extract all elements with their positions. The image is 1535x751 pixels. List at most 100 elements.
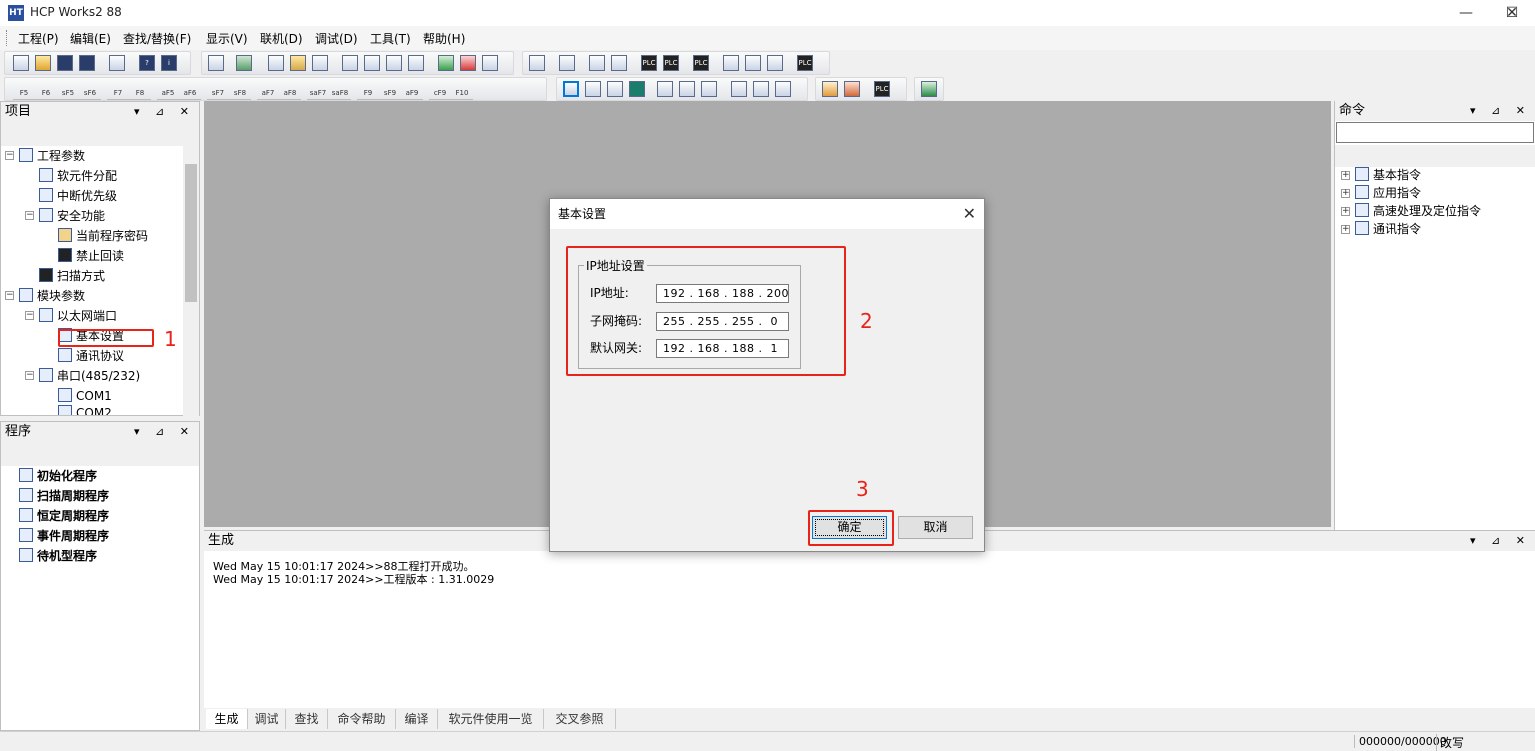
tree-project-params[interactable]: 工程参数 xyxy=(19,146,85,166)
program-event-cycle[interactable]: 事件周期程序 xyxy=(19,526,109,546)
project-panel-scrollbar[interactable] xyxy=(183,146,199,416)
device-batch-icon[interactable] xyxy=(731,81,747,97)
find-instruction-icon[interactable] xyxy=(408,55,424,71)
expander-highspeed[interactable]: + xyxy=(1341,207,1350,216)
command-communication[interactable]: 通讯指令 xyxy=(1355,219,1421,239)
tab-cross-reference[interactable]: 交叉参照 xyxy=(544,709,616,729)
comment-view-icon[interactable] xyxy=(767,55,783,71)
window-cascade-icon[interactable] xyxy=(822,81,838,97)
ladder-symbol-button[interactable]: F5 xyxy=(13,80,35,100)
expander-basic[interactable]: + xyxy=(1341,171,1350,180)
ladder-symbol-button[interactable]: aF8 xyxy=(279,80,301,100)
ladder-symbol-button[interactable]: saF8 xyxy=(329,80,351,100)
copy-icon[interactable] xyxy=(268,55,284,71)
open-folder-icon[interactable] xyxy=(35,55,51,71)
tab-debug[interactable]: 调试 xyxy=(248,709,286,729)
menu-find-replace[interactable]: 查找/替换(F) xyxy=(123,30,191,47)
cancel-button[interactable]: 取消 xyxy=(898,516,973,539)
tree-com2[interactable]: COM2 xyxy=(58,403,112,415)
menu-tools[interactable]: 工具(T) xyxy=(370,30,411,47)
minimize-button[interactable]: — xyxy=(1443,0,1489,26)
list-view-icon[interactable] xyxy=(745,55,761,71)
command-application[interactable]: 应用指令 xyxy=(1355,183,1421,203)
ladder-symbol-button[interactable]: saF7 xyxy=(307,80,329,100)
tree-ethernet-port[interactable]: 以太网端口 xyxy=(39,306,117,326)
expander-comm[interactable]: + xyxy=(1341,225,1350,234)
display-mode-stat-icon[interactable] xyxy=(629,81,645,97)
panel-controls[interactable]: ▾ ⊿ ✕ xyxy=(1470,531,1531,551)
ladder-symbol-button[interactable]: aF7 xyxy=(257,80,279,100)
ladder-symbol-button[interactable]: aF9 xyxy=(401,80,423,100)
close-window-button[interactable]: ✕ xyxy=(1489,0,1535,26)
ladder-symbol-button[interactable]: F6 xyxy=(35,80,57,100)
zoom-out-icon[interactable] xyxy=(679,81,695,97)
tree-program-password[interactable]: 当前程序密码 xyxy=(58,226,148,246)
monitor-icon[interactable] xyxy=(589,55,605,71)
window-tile-icon[interactable] xyxy=(844,81,860,97)
insert-column-icon[interactable] xyxy=(482,55,498,71)
menubar-grip[interactable] xyxy=(6,30,8,46)
expander-ethernet[interactable]: − xyxy=(25,311,34,320)
help-icon[interactable]: ? xyxy=(139,55,155,71)
expander-project-params[interactable]: − xyxy=(5,151,14,160)
insert-row-icon[interactable] xyxy=(438,55,454,71)
display-mode-list-icon[interactable] xyxy=(585,81,601,97)
monitor-stop-icon[interactable] xyxy=(611,55,627,71)
panel-controls[interactable]: ▾ ⊿ ✕ xyxy=(134,422,195,442)
ladder-symbol-button[interactable]: sF5 xyxy=(57,80,79,100)
tree-device-allocation[interactable]: 软元件分配 xyxy=(39,166,117,186)
delete-row-icon[interactable] xyxy=(460,55,476,71)
program-scan-cycle[interactable]: 扫描周期程序 xyxy=(19,486,109,506)
plc-read-icon[interactable]: PLC xyxy=(663,55,679,71)
find-icon[interactable] xyxy=(342,55,358,71)
cut-icon[interactable] xyxy=(312,55,328,71)
command-highspeed[interactable]: 高速处理及定位指令 xyxy=(1355,201,1481,221)
plc-diagnose-icon[interactable]: PLC xyxy=(797,55,813,71)
ladder-symbol-button[interactable]: sF9 xyxy=(379,80,401,100)
command-basic[interactable]: 基本指令 xyxy=(1355,165,1421,185)
paste-icon[interactable] xyxy=(290,55,306,71)
print-icon[interactable] xyxy=(109,55,125,71)
save-as-icon[interactable] xyxy=(79,55,95,71)
tab-device-usage[interactable]: 软元件使用一览 xyxy=(438,709,544,729)
ladder-symbol-button[interactable]: F7 xyxy=(107,80,129,100)
scrollbar-thumb[interactable] xyxy=(185,164,197,302)
tree-serial-port[interactable]: 串口(485/232) xyxy=(39,366,140,386)
ladder-symbol-button[interactable]: aF6 xyxy=(179,80,201,100)
ladder-symbol-button[interactable]: sF7 xyxy=(207,80,229,100)
menu-online[interactable]: 联机(D) xyxy=(260,30,303,47)
save-icon[interactable] xyxy=(57,55,73,71)
tab-find[interactable]: 查找 xyxy=(286,709,328,729)
menu-view[interactable]: 显示(V) xyxy=(206,30,248,47)
transfer-setup-icon[interactable] xyxy=(559,55,575,71)
plc-write-icon[interactable]: PLC xyxy=(641,55,657,71)
edit-mode-icon[interactable] xyxy=(208,55,224,71)
program-fixed-cycle[interactable]: 恒定周期程序 xyxy=(19,506,109,526)
ladder-view-icon[interactable] xyxy=(723,55,739,71)
panel-controls[interactable]: ▾ ⊿ ✕ xyxy=(134,102,195,122)
menu-edit[interactable]: 编辑(E) xyxy=(70,30,111,47)
program-init[interactable]: 初始化程序 xyxy=(19,466,97,486)
info-icon[interactable]: i xyxy=(161,55,177,71)
expander-application[interactable]: + xyxy=(1341,189,1350,198)
tree-module-params[interactable]: 模块参数 xyxy=(19,286,85,306)
expander-security[interactable]: − xyxy=(25,211,34,220)
panel-controls[interactable]: ▾ ⊿ ✕ xyxy=(1470,101,1531,121)
tab-build[interactable]: 生成 xyxy=(206,709,248,729)
ladder-symbol-button[interactable]: F9 xyxy=(357,80,379,100)
expander-module-params[interactable]: − xyxy=(5,291,14,300)
menu-debug[interactable]: 调试(D) xyxy=(315,30,358,47)
ladder-symbol-button[interactable]: cF9 xyxy=(429,80,451,100)
ladder-symbol-button[interactable]: F10 xyxy=(451,80,473,100)
menu-project[interactable]: 工程(P) xyxy=(18,30,59,47)
program-standby[interactable]: 待机型程序 xyxy=(19,546,97,566)
connect-icon[interactable] xyxy=(529,55,545,71)
dialog-close-icon[interactable]: ✕ xyxy=(963,204,976,223)
tree-security[interactable]: 安全功能 xyxy=(39,206,105,226)
menu-help[interactable]: 帮助(H) xyxy=(423,30,465,47)
tab-command-help[interactable]: 命令帮助 xyxy=(328,709,396,729)
new-file-icon[interactable] xyxy=(13,55,29,71)
tab-compile[interactable]: 编译 xyxy=(396,709,438,729)
zoom-fit-icon[interactable] xyxy=(701,81,717,97)
command-search-input[interactable] xyxy=(1336,122,1534,143)
